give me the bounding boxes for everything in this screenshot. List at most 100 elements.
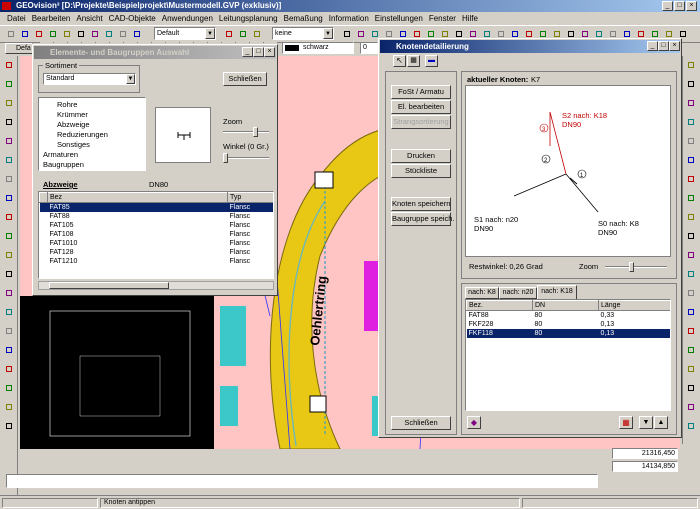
slider-thumb[interactable] [253,127,258,137]
toolbar-tool-icon[interactable] [340,27,353,40]
tab-nach-k8[interactable]: nach: K8 [465,287,499,299]
save-node-button[interactable]: Knoten speichern [391,197,451,211]
table-row[interactable]: FAT128 Flansc [40,248,274,257]
menu-item-bemaßung[interactable]: Bemaßung [281,13,326,24]
table-row[interactable]: FAT88 80 0,33 [467,311,671,321]
col-bez[interactable]: Bez. [466,300,533,311]
minimize-button[interactable]: _ [662,1,673,11]
tree-item[interactable]: Krümmer [57,110,88,119]
sortiment-select[interactable]: Standard ▼ [43,73,136,85]
table-row[interactable]: FAT85 Flansc [39,202,273,212]
scroll-thumb[interactable] [49,282,169,289]
element-table[interactable]: Bez Typ FAT85 Flansc FAT88 Flansc FAT105 Flan… [38,191,274,279]
close-button[interactable]: × [686,1,697,11]
save-group-button[interactable]: Baugruppe speich. [391,212,455,226]
edit-element-button[interactable]: El. bearbeiten [391,100,451,114]
menu-item-hilfe[interactable]: Hilfe [459,13,481,24]
toolbar-tool-icon[interactable] [18,27,31,40]
toolbar-tool-icon[interactable] [130,27,143,40]
angle-slider[interactable] [223,153,269,163]
command-input[interactable] [6,474,598,488]
menu-item-fenster[interactable]: Fenster [426,13,459,24]
col-bez[interactable]: Bez [47,192,228,203]
strand-sort-button[interactable]: Strangsortierung [391,115,451,129]
knoten-close-button[interactable]: Schließen [391,416,451,430]
table-row[interactable]: FKF228 80 0,13 [467,320,671,329]
slider-thumb[interactable] [223,153,228,163]
menu-item-einstellungen[interactable]: Einstellungen [372,13,426,24]
toolbar-tool-icon[interactable] [60,27,73,40]
horizontal-scrollbar[interactable] [38,281,274,290]
grid-tool-icon[interactable]: ▦ [407,55,420,67]
tree-item[interactable]: Abzweige [57,120,90,129]
chevron-down-icon[interactable]: ▼ [205,28,215,39]
menu-item-leitungsplanung[interactable]: Leitungsplanung [216,13,281,24]
tab-nach-k18[interactable]: nach: K18 [537,285,577,299]
menu-item-ansicht[interactable]: Ansicht [73,13,105,24]
element-tree[interactable]: Rohre Krümmer Abzweige Reduzierungen Sonstig… [38,97,146,171]
element-icon-button[interactable]: ◆ [467,416,481,429]
toolbar-tool-icon[interactable] [236,27,249,40]
toolbar-tool-icon[interactable] [88,27,101,40]
chevron-down-icon[interactable]: ▼ [126,74,135,84]
minimize-button[interactable]: _ [647,41,658,51]
close-button[interactable]: × [669,41,680,51]
right-toolbar [682,56,700,444]
menu-item-anwendungen[interactable]: Anwendungen [159,13,216,24]
diagram-zoom-slider[interactable] [605,262,667,272]
tree-item[interactable]: Rohre [57,100,77,109]
toolbar-tool-icon[interactable] [354,27,367,40]
parts-list-button[interactable]: Stückliste [391,164,451,178]
layer-select[interactable]: Default ▼ [154,27,216,40]
toolbar-tool-icon[interactable] [250,27,263,40]
toolbar-tool-icon[interactable] [46,27,59,40]
table-row[interactable]: FAT88 Flansc [40,212,274,221]
pointer-tool-icon[interactable]: ↖ [393,55,406,67]
tree-item[interactable]: Reduzierungen [57,130,108,139]
toolbar-tool-icon[interactable] [4,27,17,40]
table-row[interactable]: FAT1210 Flansc [40,257,274,266]
table-row[interactable]: FAT105 Flansc [40,221,274,230]
tree-item[interactable]: Sonstiges [57,140,90,149]
slider-thumb[interactable] [629,262,634,272]
maximize-button[interactable]: □ [674,1,685,11]
print-button[interactable]: Drucken [391,149,451,163]
strand-table[interactable]: Bez. DN Länge FAT88 80 0,33 FKF228 80 0,13 FKF… [465,299,671,411]
table-row[interactable]: FAT1010 Flansc [40,239,274,248]
toolbar-tool-icon[interactable] [102,27,115,40]
toolbar-tool-icon[interactable] [74,27,87,40]
element-tool-icon[interactable]: ▬ [425,55,438,67]
width-input[interactable]: 0 [360,42,378,54]
toolbar-tool-icon[interactable] [32,27,45,40]
toolbar-tool-icon[interactable] [222,27,235,40]
col-laenge[interactable]: Länge [598,300,670,311]
maximize-button[interactable]: □ [253,47,264,57]
zoom-slider[interactable] [223,127,269,137]
minimize-button[interactable]: _ [242,47,253,57]
elements-close-button[interactable]: Schließen [223,72,267,86]
col-typ[interactable]: Typ [227,192,273,203]
color-select[interactable]: schwarz [282,42,354,54]
col-dn[interactable]: DN [532,300,599,311]
menu-item-information[interactable]: Information [326,13,372,24]
tab-nach-n20[interactable]: nach: n20 [499,287,537,299]
toolbar-tool-icon[interactable] [116,27,129,40]
node-diagram[interactable]: 1 2 3 S2 nach: K18 DN90 S1 nach: n20 DN9… [465,85,671,257]
menu-item-datei[interactable]: Datei [4,13,29,24]
close-button[interactable]: × [264,47,275,57]
fost-armatur-button[interactable]: FoSt / Armatu [391,85,451,99]
menu-item-bearbeiten[interactable]: Bearbeiten [29,13,74,24]
table-row[interactable]: FAT108 Flansc [40,230,274,239]
menu-item-cad-objekte[interactable]: CAD-Objekte [106,13,159,24]
grid-icon-button[interactable]: ▦ [619,416,633,429]
chevron-down-icon[interactable]: ▼ [323,28,333,39]
tree-item[interactable]: Baugruppen [43,160,84,169]
table-row[interactable]: FKF118 80 0,13 [466,329,670,338]
move-down-button[interactable]: ▼ [639,416,653,429]
doc-tab[interactable]: Defa [5,43,33,54]
maximize-button[interactable]: □ [658,41,669,51]
linetype-select[interactable]: keine ▼ [272,27,334,40]
tree-item[interactable]: Armaturen [43,150,78,159]
move-up-button[interactable]: ▲ [654,416,668,429]
tool-glyph-icon [428,31,434,37]
